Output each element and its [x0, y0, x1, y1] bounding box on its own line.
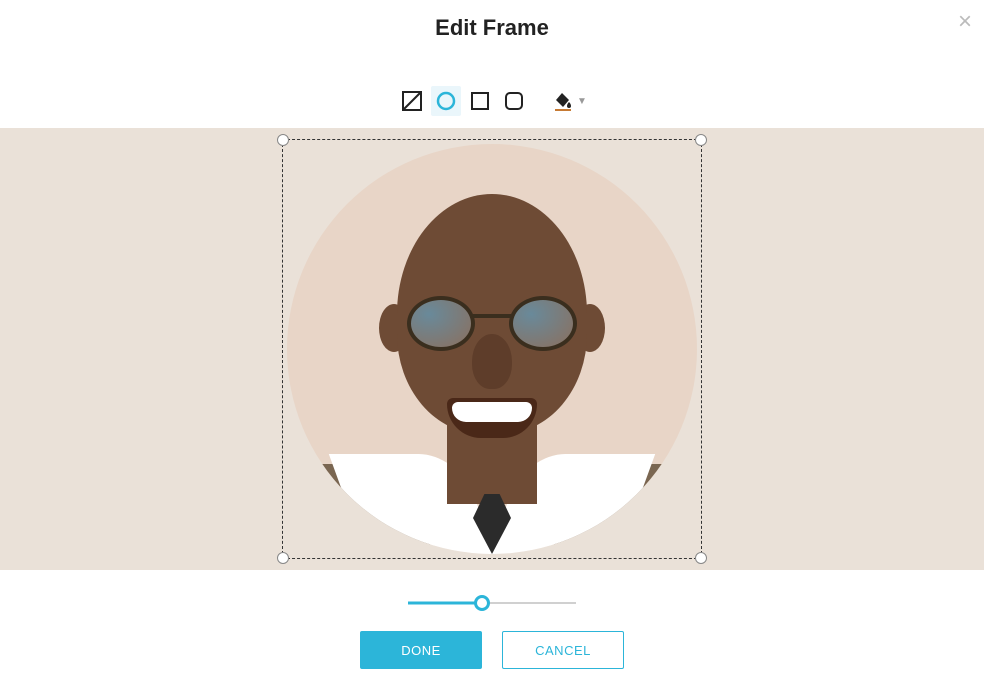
- image-canvas[interactable]: [0, 128, 984, 570]
- paint-bucket-icon: [553, 91, 573, 111]
- dialog-header: Edit Frame ×: [0, 0, 984, 56]
- square-icon: [470, 91, 490, 111]
- chevron-down-icon: ▼: [577, 96, 587, 107]
- zoom-slider-container: [0, 570, 984, 631]
- zoom-slider[interactable]: [408, 595, 576, 611]
- shape-rounded-button[interactable]: [499, 86, 529, 116]
- crop-handle-bottom-left[interactable]: [277, 552, 289, 564]
- crop-handle-bottom-right[interactable]: [695, 552, 707, 564]
- shape-square-button[interactable]: [465, 86, 495, 116]
- crop-handle-top-left[interactable]: [277, 134, 289, 146]
- shape-circle-button[interactable]: [431, 86, 461, 116]
- rounded-square-icon: [504, 91, 524, 111]
- done-button[interactable]: DONE: [360, 631, 482, 669]
- dialog-title: Edit Frame: [0, 15, 984, 41]
- fill-color-button[interactable]: ▼: [553, 91, 587, 111]
- crop-handle-top-right[interactable]: [695, 134, 707, 146]
- close-button[interactable]: ×: [958, 10, 972, 34]
- slider-thumb[interactable]: [474, 595, 490, 611]
- dialog-actions: DONE CANCEL: [0, 631, 984, 669]
- no-frame-icon: [402, 91, 422, 111]
- slider-fill: [408, 602, 482, 605]
- crop-bounding-box[interactable]: [282, 139, 702, 559]
- cancel-button[interactable]: CANCEL: [502, 631, 624, 669]
- circle-icon: [436, 91, 456, 111]
- shape-toolbar: ▼: [0, 56, 984, 128]
- shape-none-button[interactable]: [397, 86, 427, 116]
